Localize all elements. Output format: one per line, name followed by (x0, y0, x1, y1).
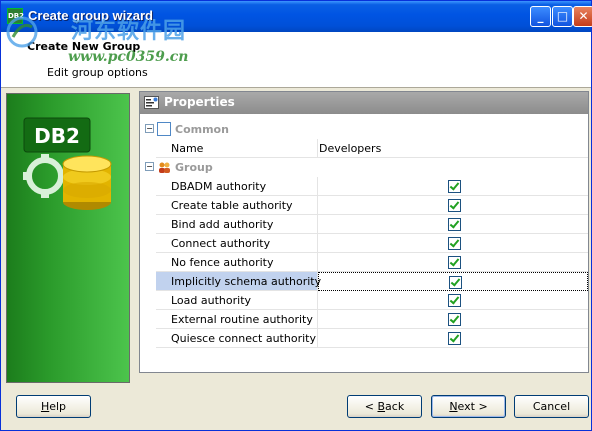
svg-text:DB2: DB2 (34, 124, 80, 148)
watermark-title: 河东软件园 (71, 19, 187, 44)
property-row-authority[interactable]: Bind add authority (140, 215, 588, 234)
minimize-button[interactable]: _ (530, 6, 551, 27)
property-value (318, 253, 588, 272)
property-name: Connect authority (156, 234, 318, 253)
authority-checkbox[interactable] (448, 180, 461, 193)
property-value (318, 329, 588, 348)
property-row-name[interactable]: Name Developers (140, 139, 588, 158)
property-value (318, 215, 588, 234)
category-label: Group (175, 161, 213, 174)
property-row-authority[interactable]: Create table authority (140, 196, 588, 215)
common-category-icon (157, 122, 171, 136)
group-name-field[interactable]: Developers (318, 139, 588, 158)
property-row-authority[interactable]: External routine authority (140, 310, 588, 329)
property-name: Quiesce connect authority (156, 329, 318, 348)
properties-header: Properties (140, 92, 588, 114)
property-name: DBADM authority (156, 177, 318, 196)
header-subtitle: Edit group options (47, 66, 148, 79)
property-row-authority[interactable]: Implicitly schema authority (140, 272, 588, 291)
property-name: Load authority (156, 291, 318, 310)
authority-checkbox[interactable] (448, 332, 461, 345)
properties-icon (144, 96, 159, 109)
collapse-icon[interactable]: − (145, 162, 154, 171)
authority-checkbox[interactable] (449, 276, 462, 289)
property-value (318, 234, 588, 253)
collapse-icon[interactable]: − (145, 124, 154, 133)
wizard-window: DB2 Create group wizard _ □ ✕ Create New… (0, 0, 592, 431)
properties-title: Properties (164, 95, 235, 109)
watermark-url: www.pc0359.cn (68, 49, 189, 65)
side-banner: DB2 (6, 93, 130, 383)
maximize-icon: □ (556, 9, 569, 23)
group-users-icon (159, 162, 170, 173)
property-name: Bind add authority (156, 215, 318, 234)
property-value (318, 272, 588, 291)
authority-checkbox[interactable] (448, 237, 461, 250)
next-button[interactable]: Next > (431, 395, 506, 418)
maximize-button[interactable]: □ (552, 6, 573, 27)
property-name: Create table authority (156, 196, 318, 215)
property-row-authority[interactable]: Connect authority (140, 234, 588, 253)
authority-checkbox[interactable] (448, 199, 461, 212)
close-icon: ✕ (578, 9, 589, 23)
property-row-authority[interactable]: Quiesce connect authority (140, 329, 588, 348)
close-button[interactable]: ✕ (573, 6, 592, 27)
property-value (318, 177, 588, 196)
cancel-button[interactable]: Cancel (514, 395, 589, 418)
property-row-authority[interactable]: No fence authority (140, 253, 588, 272)
help-button[interactable]: Help (16, 395, 91, 418)
authority-checkbox[interactable] (448, 218, 461, 231)
authority-checkbox[interactable] (448, 294, 461, 307)
property-value (318, 291, 588, 310)
property-row-authority[interactable]: DBADM authority (140, 177, 588, 196)
property-row-authority[interactable]: Load authority (140, 291, 588, 310)
minimize-icon: _ (537, 9, 544, 23)
category-group[interactable]: − Group (140, 158, 588, 177)
property-value (318, 310, 588, 329)
property-name: No fence authority (156, 253, 318, 272)
authority-checkbox[interactable] (448, 256, 461, 269)
category-common[interactable]: − Common (140, 120, 588, 139)
watermark-logo-icon (6, 16, 38, 48)
properties-pane: Properties − Common Name Developers − Gr… (139, 91, 589, 373)
category-label: Common (175, 123, 229, 136)
property-name: External routine authority (156, 310, 318, 329)
db2-logo-icon: DB2 (23, 117, 112, 210)
back-button[interactable]: < Back (347, 395, 422, 418)
authority-checkbox[interactable] (448, 313, 461, 326)
property-name: Name (156, 139, 318, 158)
property-value (318, 196, 588, 215)
property-name: Implicitly schema authority (156, 272, 321, 291)
